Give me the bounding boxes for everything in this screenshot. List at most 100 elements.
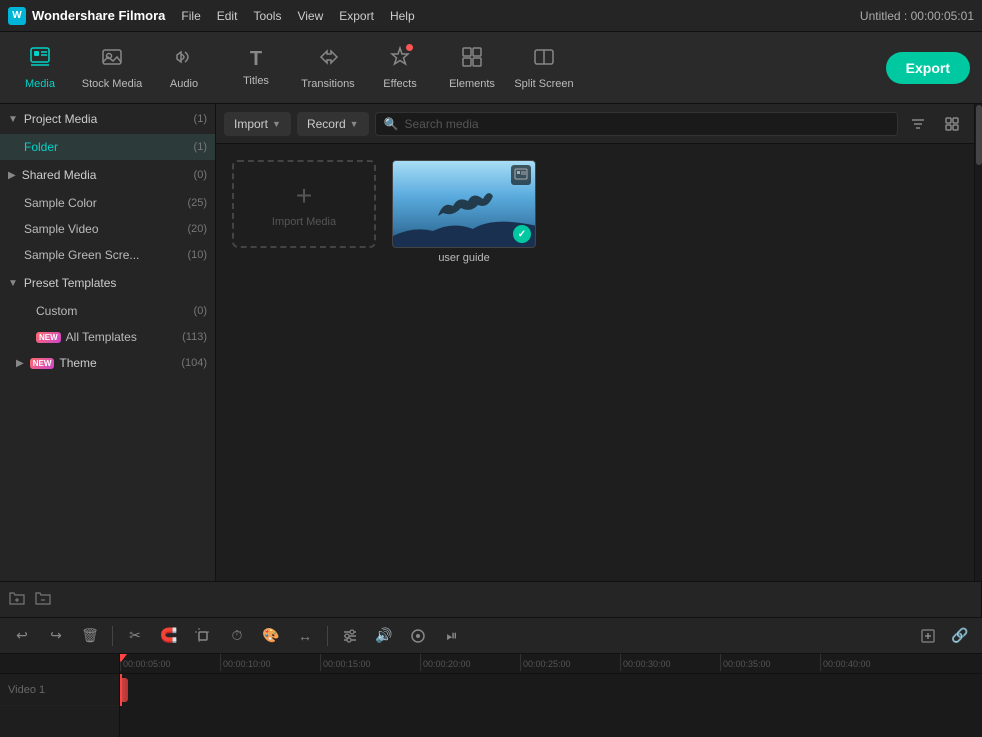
media-grid: + Import Media [216,144,974,581]
media-item-user-guide[interactable]: ✓ user guide [392,160,536,264]
thumb-checkmark: ✓ [513,225,531,243]
preset-templates-arrow: ▼ [8,278,18,289]
audio-mixer-button[interactable] [336,622,364,650]
sample-green-screen-count: (10) [187,249,207,261]
main-area: ▼ Project Media (1) Folder (1) ▶ Shared … [0,104,982,581]
record-button[interactable]: Record ▼ [297,112,369,136]
ruler-mark-6: 00:00:35:00 [720,654,820,671]
titles-icon: T [250,48,262,71]
toolbar-split-screen[interactable]: Split Screen [508,34,580,102]
scissors-button[interactable]: ✂ [121,622,149,650]
shared-media-arrow: ▶ [8,170,16,181]
transform-button[interactable]: ↔ [291,622,319,650]
toolbar-audio[interactable]: Audio [148,34,220,102]
app-name: Wondershare Filmora [32,8,165,23]
theme-arrow: ▶ [16,358,24,369]
toolbar-titles-label: Titles [243,75,269,87]
record-label: Record [307,117,346,131]
content-scrollbar[interactable] [974,104,982,581]
menu-export[interactable]: Export [339,9,374,23]
menu-file[interactable]: File [181,9,200,23]
scrollbar-thumb[interactable] [976,105,982,165]
folder-count: (1) [194,141,207,153]
toolbar-effects-label: Effects [383,78,416,90]
menu-edit[interactable]: Edit [217,9,238,23]
sidebar-item-preset-templates[interactable]: ▼ Preset Templates [0,268,215,298]
sidebar-bottom [0,581,982,617]
toolbar-media-label: Media [25,78,55,90]
export-button[interactable]: Export [886,52,970,84]
import-media-button[interactable]: + Import Media [232,160,376,248]
project-media-label: Project Media [24,112,97,126]
import-button[interactable]: Import ▼ [224,112,291,136]
import-plus-icon: + [296,180,312,212]
menu-tools[interactable]: Tools [253,9,281,23]
theme-count: (104) [181,357,207,369]
search-box: 🔍 [375,112,898,136]
media-icon [29,46,51,74]
sidebar-item-shared-media[interactable]: ▶ Shared Media (0) [0,160,215,190]
audio-icon [173,46,195,74]
magnet-button[interactable]: 🧲 [155,622,183,650]
toolbar-elements[interactable]: Elements [436,34,508,102]
thumb-overlay-icon [511,165,531,185]
toolbar-transitions-label: Transitions [301,78,354,90]
track-label: Video 1 [8,684,45,696]
ruler-mark-5: 00:00:30:00 [620,654,720,671]
add-track-button[interactable] [914,622,942,650]
sidebar-item-sample-video[interactable]: Sample Video (20) [0,216,215,242]
playhead[interactable] [120,674,122,706]
undo-button[interactable]: ↩ [8,622,36,650]
titlebar: W Wondershare Filmora File Edit Tools Vi… [0,0,982,32]
delete-folder-icon[interactable] [34,589,52,610]
sample-color-count: (25) [187,197,207,209]
delete-button[interactable]: 🗑 [76,622,104,650]
toolbar-elements-label: Elements [449,78,495,90]
sample-video-count: (20) [187,223,207,235]
grid-view-button[interactable] [938,110,966,138]
search-icon: 🔍 [384,117,399,131]
import-label: Import [234,117,268,131]
transitions-icon [317,46,339,74]
ruler-mark-1: 00:00:10:00 [220,654,320,671]
window-title: Untitled : 00:00:05:01 [860,9,974,23]
toolbar-media[interactable]: Media [4,34,76,102]
timeline-tracks [120,674,982,706]
theme-new-badge: NEW [30,358,55,369]
toolbar-transitions[interactable]: Transitions [292,34,364,102]
color-button[interactable]: 🎨 [257,622,285,650]
speed-button[interactable]: ⏱ [223,622,251,650]
project-media-count: (1) [194,113,207,125]
menu-bar: File Edit Tools View Export Help [181,9,414,23]
volume-button[interactable]: 🔊 [370,622,398,650]
sidebar-item-theme[interactable]: ▶ NEW Theme (104) [0,350,215,376]
sample-video-label: Sample Video [24,222,99,236]
sidebar-item-folder[interactable]: Folder (1) [0,134,215,160]
sidebar-item-sample-green-screen[interactable]: Sample Green Scre... (10) [0,242,215,268]
sidebar-item-all-templates[interactable]: NEW All Templates (113) [0,324,215,350]
content-toolbar: Import ▼ Record ▼ 🔍 [216,104,974,144]
toolbar-effects[interactable]: Effects [364,34,436,102]
effects-timeline-button[interactable] [404,622,432,650]
toolbar-stock-media[interactable]: Stock Media [76,34,148,102]
ruler-mark-3: 00:00:20:00 [420,654,520,671]
toolbar-split-screen-label: Split Screen [514,78,573,90]
timeline-ruler-area[interactable]: 00:00:05:00 00:00:10:00 00:00:15:00 00:0… [120,654,982,737]
sidebar-item-project-media[interactable]: ▼ Project Media (1) [0,104,215,134]
filter-button[interactable] [904,110,932,138]
import-media-label: Import Media [272,216,336,228]
sidebar-item-custom[interactable]: Custom (0) [0,298,215,324]
crop-button[interactable] [189,622,217,650]
menu-help[interactable]: Help [390,9,415,23]
toolbar-titles[interactable]: T Titles [220,34,292,102]
link-button[interactable]: 🔗 [946,622,974,650]
theme-label: Theme [59,356,96,370]
add-folder-icon[interactable] [8,589,26,610]
redo-button[interactable]: ↪ [42,622,70,650]
toolbar-divider-2 [327,626,328,646]
sidebar-item-sample-color[interactable]: Sample Color (25) [0,190,215,216]
search-input[interactable] [405,117,890,131]
menu-view[interactable]: View [297,9,323,23]
project-media-arrow: ▼ [8,114,18,125]
playback-button[interactable]: ⏯ [438,622,466,650]
